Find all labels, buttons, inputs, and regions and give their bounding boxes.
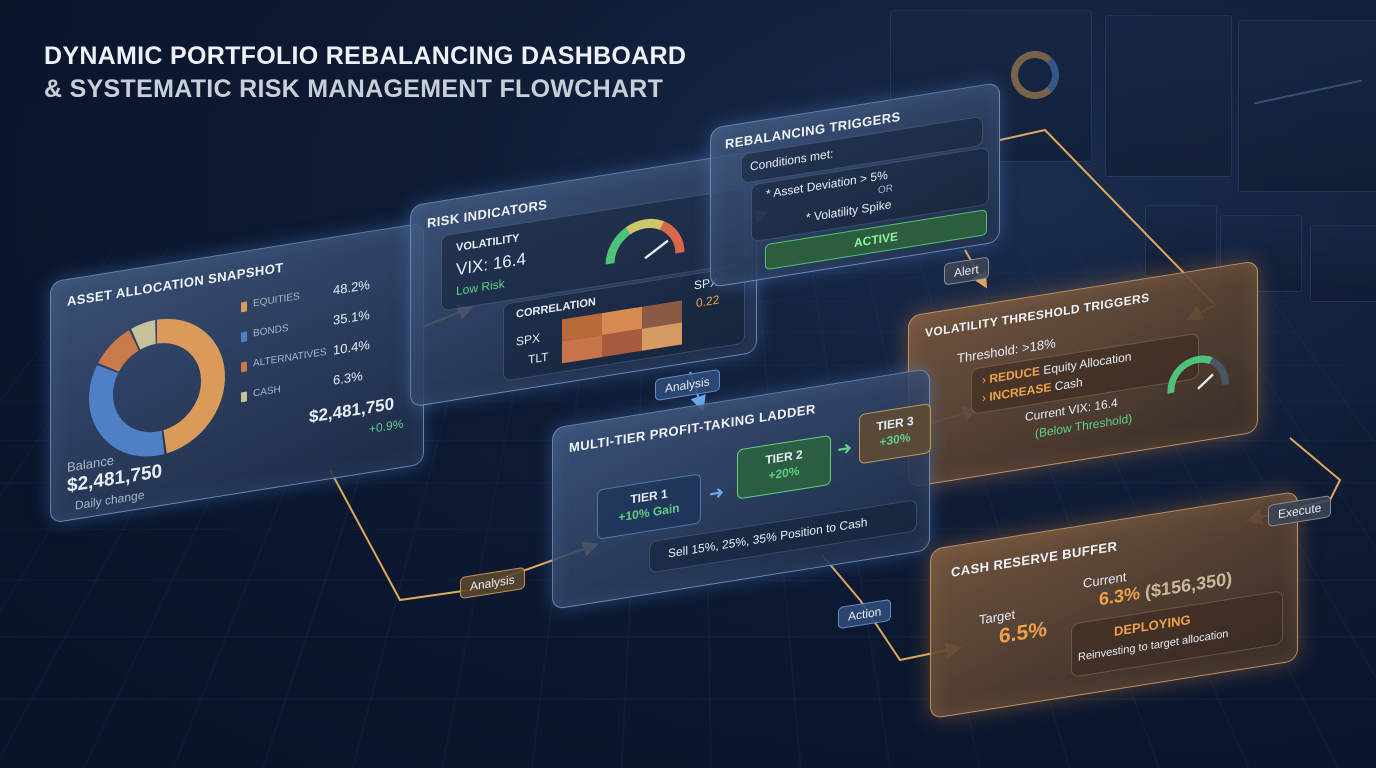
legend-value-bonds: 35.1% (333, 306, 370, 328)
tier-arrow-icon: ➜ (837, 437, 853, 460)
heatmap-cell (642, 322, 682, 351)
conditions-label: Conditions met: (750, 146, 834, 174)
condition-or-label: OR (878, 182, 893, 197)
legend-label-equities: EQUITIES (253, 291, 300, 310)
legend-value-alternatives: 10.4% (333, 336, 370, 358)
risk-status: Low Risk (456, 276, 505, 299)
legend-value-equities: 48.2% (333, 276, 370, 298)
triggers-active-text: ACTIVE (853, 229, 898, 251)
correlation-row-spx: SPX (516, 330, 541, 349)
legend-swatch-alternatives (241, 361, 247, 373)
legend-value-cash: 6.3% (333, 368, 363, 388)
legend-label-bonds: BONDS (253, 322, 289, 340)
threshold-gauge (1167, 355, 1229, 394)
current-amount: ($156,350) (1145, 568, 1233, 603)
tier-3-box: TIER 3 +30% (859, 402, 931, 465)
action-reduce-rest: Equity Allocation (1043, 349, 1132, 378)
correlation-value: 0.22 (696, 292, 720, 311)
tier-arrow-icon: ➜ (709, 481, 725, 505)
heatmap-cell (562, 335, 602, 364)
condition-volatility-spike: * Volatility Spike (806, 197, 892, 225)
total-change: +0.9% (369, 416, 404, 437)
legend-label-alternatives: ALTERNATIVES (253, 346, 327, 370)
tier-1-box: TIER 1 +10% Gain (597, 473, 701, 540)
page-title: DYNAMIC PORTFOLIO REBALANCING DASHBOARD … (44, 40, 686, 106)
legend-swatch-bonds (241, 331, 247, 343)
tier-2-box: TIER 2 +20% (737, 434, 831, 500)
heatmap-cell (602, 328, 642, 358)
title-line-1: DYNAMIC PORTFOLIO REBALANCING DASHBOARD (44, 42, 687, 70)
legend-swatch-cash (241, 391, 247, 403)
volatility-gauge (605, 218, 685, 265)
legend-swatch-equities (241, 301, 247, 313)
allocation-donut-chart (89, 318, 225, 457)
vix-value: VIX: 16.4 (456, 249, 526, 280)
title-line-2: & SYSTEMATIC RISK MANAGEMENT FLOWCHART (44, 75, 664, 103)
deploying-note: Reinvesting to target allocation (1078, 627, 1229, 664)
correlation-row-tlt: TLT (528, 349, 549, 367)
action-increase-rest: Cash (1054, 375, 1083, 394)
legend-label-cash: CASH (253, 384, 281, 400)
